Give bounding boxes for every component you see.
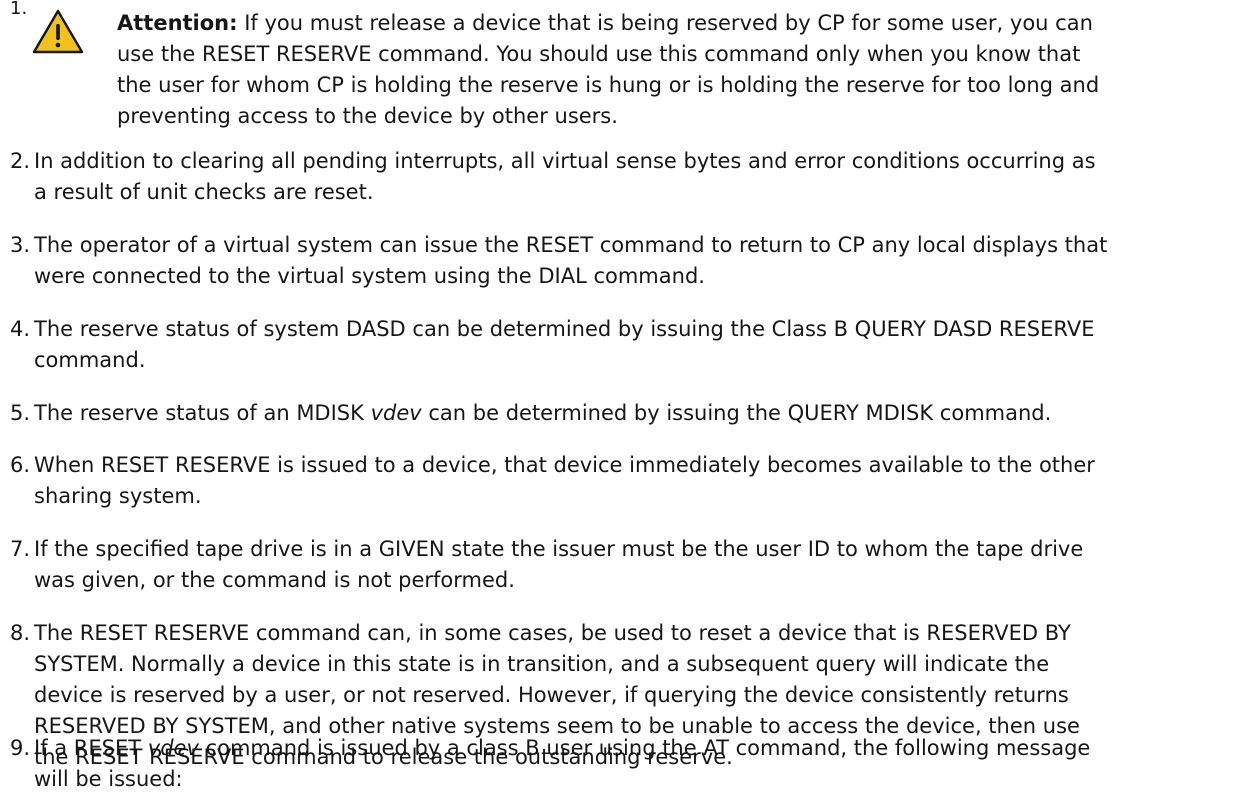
text-line: The RESET RESERVE command can, in some c… — [34, 621, 1071, 645]
text-line: If the specified tape drive is in a GIVE… — [34, 537, 1084, 561]
text-line: command. — [34, 348, 146, 372]
item-number: 9. — [10, 736, 31, 760]
item-text: If a RESET vdev command is issued by a c… — [34, 733, 1090, 795]
text-line: were connected to the virtual system usi… — [34, 264, 705, 288]
item-number: 8. — [10, 621, 31, 645]
text-line: preventing access to the device by other… — [117, 104, 618, 128]
vdev-term: vdev — [370, 401, 422, 425]
text-line: a result of unit checks are reset. — [34, 180, 374, 204]
text-line: The reserve status of system DASD can be… — [34, 317, 1095, 341]
text-line: SYSTEM. Normally a device in this state … — [34, 652, 1050, 676]
item-text: The reserve status of an MDISK vdev can … — [34, 398, 1051, 429]
text-line: In addition to clearing all pending inte… — [34, 149, 1096, 173]
item-text: When RESET RESERVE is issued to a device… — [34, 450, 1095, 512]
text-line: If a RESET vdev command is issued by a c… — [34, 736, 1091, 760]
text-line: the user for whom CP is holding the rese… — [117, 73, 1100, 97]
text-line: use the RESET RESERVE command. You shoul… — [117, 42, 1081, 66]
item-text: Attention: If you must release a device … — [117, 8, 1099, 132]
text-line: The reserve status of an MDISK vdev can … — [34, 401, 1052, 425]
text-line: was given, or the command is not perform… — [34, 568, 515, 592]
item-number: 5. — [10, 401, 31, 425]
text-line: The operator of a virtual system can iss… — [34, 233, 1108, 257]
item-number: 7. — [10, 537, 31, 561]
text-line: sharing system. — [34, 484, 202, 508]
text-line: will be issued: — [34, 767, 183, 791]
item-number: 6. — [10, 453, 31, 477]
item-text: The reserve status of system DASD can be… — [34, 314, 1094, 376]
text-line: device is reserved by a user, or not res… — [34, 683, 1069, 707]
item-number: 4. — [10, 317, 31, 341]
warning-triangle-icon — [32, 9, 84, 54]
item-number: 3. — [10, 233, 31, 257]
vdev-term: vdev — [147, 736, 199, 760]
attention-label: Attention: — [117, 11, 238, 35]
text-line: When RESET RESERVE is issued to a device… — [34, 453, 1095, 477]
text-line: Attention: If you must release a device … — [117, 11, 1093, 35]
item-text: If the specified tape drive is in a GIVE… — [34, 534, 1083, 596]
item-number: 2. — [10, 149, 31, 173]
item-text: The operator of a virtual system can iss… — [34, 230, 1107, 292]
item-number: 1. — [10, 0, 28, 19]
item-text: In addition to clearing all pending inte… — [34, 146, 1096, 208]
